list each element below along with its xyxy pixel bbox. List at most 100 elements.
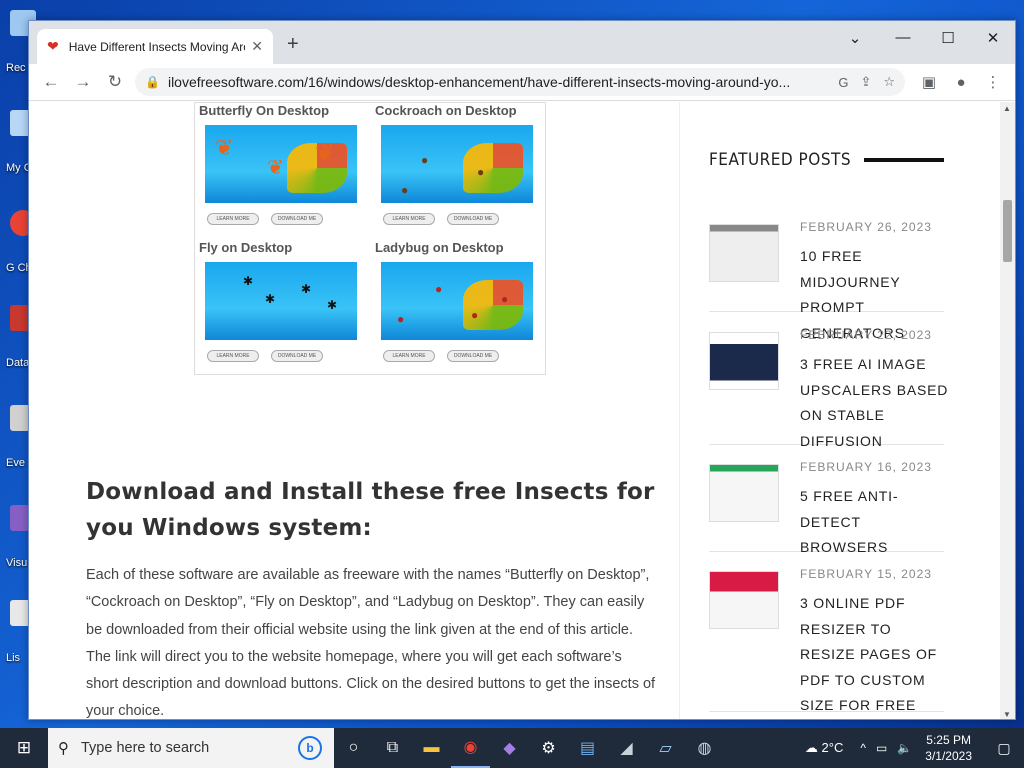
back-button[interactable]: ← (35, 72, 67, 92)
address-bar[interactable]: 🔒 ilovefreesoftware.com/16/windows/deskt… (135, 68, 905, 96)
browser-window: ❤ Have Different Insects Moving Around Y… (28, 20, 1016, 720)
tab-active[interactable]: ❤ Have Different Insects Moving Around Y… (37, 29, 273, 64)
menu-kebab-icon[interactable]: ⋮ (977, 73, 1009, 91)
url-text[interactable]: ilovefreesoftware.com/16/windows/desktop… (168, 74, 826, 90)
network-icon[interactable]: ▭ (876, 741, 887, 755)
browser-toolbar: ← → ↻ 🔒 ilovefreesoftware.com/16/windows… (29, 64, 1015, 101)
google-lens-icon[interactable]: G (838, 75, 848, 90)
tab-title: Have Different Insects Moving Around You… (68, 39, 246, 54)
scroll-down-arrow-icon[interactable]: ▼ (1003, 710, 1011, 719)
side-panel-button[interactable]: ▣ (913, 73, 945, 91)
desktop-icon-visual-studio[interactable]: Visu (2, 505, 36, 575)
page-viewport: Butterfly On Desktop ❦ ❦ ❦ LEARN MORE DO… (29, 102, 1001, 720)
post-thumbnail[interactable] (709, 224, 779, 282)
bing-icon[interactable]: b (298, 736, 322, 760)
featured-post[interactable]: FEBRUARY 26, 2023 10 Free Midjourney Pro… (709, 220, 944, 341)
control-panel-icon[interactable]: ▤ (568, 728, 607, 768)
page-scrollbar[interactable]: ▲ ▼ (1000, 102, 1015, 719)
steam-icon[interactable]: ◍ (685, 728, 724, 768)
download-me-button[interactable]: DOWNLOAD ME (447, 213, 499, 225)
profile-avatar[interactable]: ● (945, 74, 977, 91)
grid-cell-ladybug: Ladybug on Desktop ● ● ● ● LEARN MORE DO… (371, 240, 546, 376)
minimize-button[interactable]: — (889, 29, 917, 46)
post-title[interactable]: 3 Online PDF Resizer to Resize Pages of … (800, 591, 950, 719)
weather-temp: 2°C (821, 740, 844, 755)
butterfly-screenshot: ❦ ❦ ❦ (205, 125, 357, 203)
download-me-button[interactable]: DOWNLOAD ME (271, 213, 323, 225)
close-window-button[interactable]: ✕ (979, 29, 1007, 47)
scrollbar-thumb[interactable] (1003, 200, 1012, 262)
grid-label: Cockroach on Desktop (375, 103, 517, 118)
taskbar: ⊞ ⚲ Type here to search b ○ ⧉ ▬ ◉ ◆ ⚙ ▤ … (0, 728, 1024, 768)
butterfly-icon: ❦ (215, 135, 234, 160)
desktop-icon-my-computer[interactable]: My C (2, 110, 36, 180)
bookmark-star-icon[interactable]: ☆ (883, 74, 895, 90)
learn-more-button[interactable]: LEARN MORE (383, 350, 435, 362)
desktop-icon-chrome[interactable]: G Ch (2, 210, 36, 280)
featured-post[interactable]: FEBRUARY 15, 2023 3 Online PDF Resizer t… (709, 567, 944, 713)
taskbar-clock[interactable]: 5:25 PM 3/1/2023 (925, 732, 972, 764)
start-button[interactable]: ⊞ (0, 728, 48, 768)
share-icon[interactable]: ⇪ (860, 74, 871, 90)
featured-post[interactable]: FEBRUARY 16, 2023 5 Free Anti-Detect Bro… (709, 460, 944, 555)
settings-gear-icon[interactable]: ⚙ (529, 728, 568, 768)
grid-label: Fly on Desktop (199, 240, 293, 255)
notification-icon[interactable]: ▢ (984, 740, 1024, 757)
grid-cell-cockroach: Cockroach on Desktop ● ● ● LEARN MORE DO… (371, 103, 546, 239)
post-date: FEBRUARY 15, 2023 (800, 567, 932, 581)
insects-image-grid: Butterfly On Desktop ❦ ❦ ❦ LEARN MORE DO… (194, 102, 546, 375)
title-underline-bar (864, 158, 944, 162)
featured-posts-title: FEATURED POSTS (709, 150, 852, 170)
reload-button[interactable]: ↻ (99, 72, 131, 92)
forward-button[interactable]: → (67, 72, 99, 92)
file-explorer-icon[interactable]: ▬ (412, 728, 451, 768)
learn-more-button[interactable]: LEARN MORE (207, 350, 259, 362)
desktop-icon-event[interactable]: Eve (2, 405, 36, 475)
post-thumbnail[interactable] (709, 332, 779, 390)
drive-icon[interactable]: ◢ (607, 728, 646, 768)
volume-icon[interactable]: 🔈 (897, 741, 912, 755)
post-title[interactable]: 5 Free Anti-Detect Browsers (800, 484, 950, 561)
maximize-button[interactable]: ☐ (934, 29, 962, 47)
butterfly-icon: ❦ (315, 140, 336, 167)
scroll-up-arrow-icon[interactable]: ▲ (1003, 104, 1011, 113)
grid-cell-butterfly: Butterfly On Desktop ❦ ❦ ❦ LEARN MORE DO… (195, 103, 370, 239)
lock-icon[interactable]: 🔒 (145, 75, 160, 89)
search-icon: ⚲ (58, 740, 69, 757)
grid-cell-fly: Fly on Desktop ✱ ✱ ✱ ✱ LEARN MORE DOWNLO… (195, 240, 370, 376)
post-thumbnail[interactable] (709, 464, 779, 522)
desktop-icon-label: Rec (6, 62, 26, 74)
search-placeholder[interactable]: Type here to search (81, 740, 209, 756)
learn-more-button[interactable]: LEARN MORE (207, 213, 259, 225)
new-tab-button[interactable]: + (287, 33, 299, 56)
chevron-up-icon[interactable]: ^ (860, 741, 866, 755)
desktop-icon-list[interactable]: Lis (2, 600, 36, 670)
learn-more-button[interactable]: LEARN MORE (383, 213, 435, 225)
task-view-button[interactable]: ⧉ (373, 728, 412, 768)
grid-label: Butterfly On Desktop (199, 103, 330, 118)
grid-buttons: LEARN MORE DOWNLOAD ME (207, 213, 323, 225)
cortana-button[interactable]: ○ (334, 728, 373, 768)
notes-icon[interactable]: ▱ (646, 728, 685, 768)
sidebar: FEATURED POSTS FEBRUARY 26, 2023 10 Free… (679, 102, 1001, 719)
visual-studio-taskbar-icon[interactable]: ◆ (490, 728, 529, 768)
article-paragraph: Each of these software are available as … (86, 567, 656, 720)
desktop-icon-recycle-bin[interactable]: Rec (2, 10, 36, 80)
post-date: FEBRUARY 26, 2023 (800, 220, 932, 234)
post-title[interactable]: 3 Free AI Image Upscalers Based on Stabl… (800, 352, 950, 454)
fly-icon: ✱ (243, 274, 254, 288)
weather-widget[interactable]: ☁ 2°C (805, 740, 843, 756)
desktop-icon-data[interactable]: Data (2, 305, 36, 375)
chrome-taskbar-icon[interactable]: ◉ (451, 728, 490, 768)
featured-post[interactable]: FEBRUARY 22, 2023 3 Free AI Image Upscal… (709, 328, 947, 449)
section-heading: Download and Install these free Insects … (86, 479, 655, 541)
system-tray: ☁ 2°C ^ ▭ 🔈 5:25 PM 3/1/2023 ▢ (805, 728, 1024, 768)
ladybug-icon: ● (471, 308, 479, 322)
tab-search-button[interactable]: ⌄ (841, 29, 869, 47)
taskbar-search[interactable]: ⚲ Type here to search b (48, 728, 334, 768)
post-thumbnail[interactable] (709, 571, 779, 629)
tab-close-icon[interactable]: ✕ (251, 38, 263, 55)
download-me-button[interactable]: DOWNLOAD ME (271, 350, 323, 362)
butterfly-icon: ❦ (267, 157, 284, 179)
download-me-button[interactable]: DOWNLOAD ME (447, 350, 499, 362)
